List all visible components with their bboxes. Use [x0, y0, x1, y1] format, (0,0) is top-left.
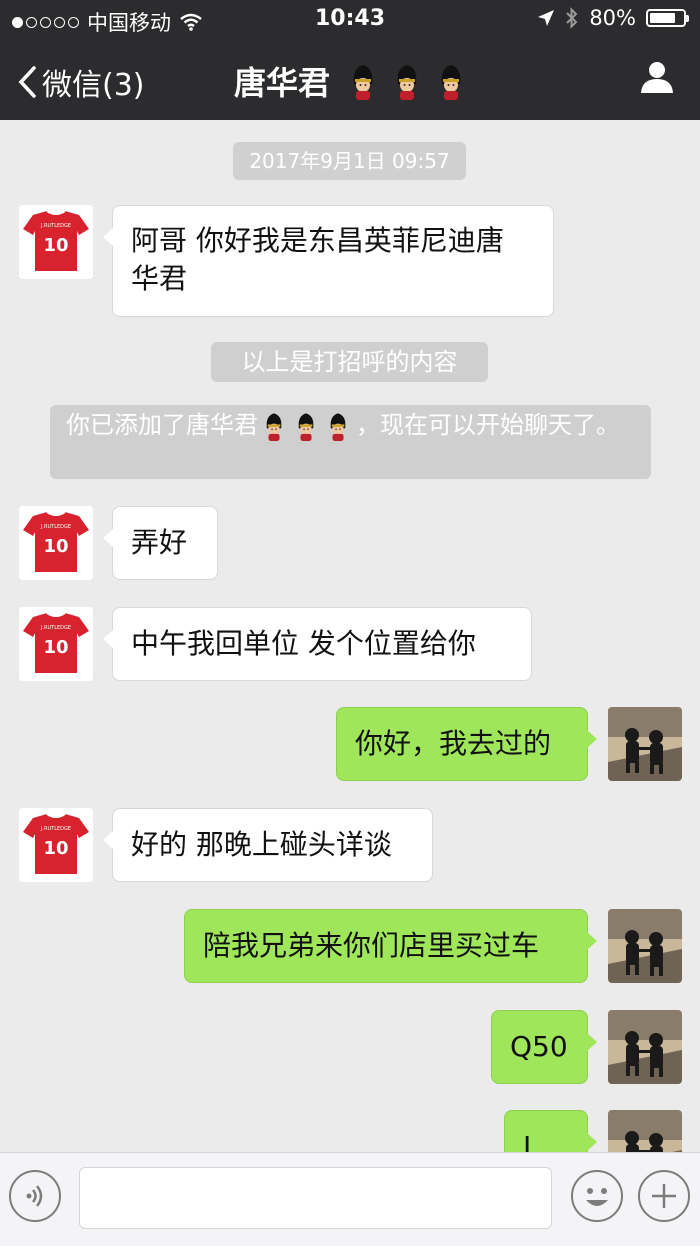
smiley-icon — [586, 1188, 608, 1206]
more-options-button[interactable] — [638, 1170, 690, 1222]
my-avatar[interactable] — [608, 707, 682, 781]
message-timestamp: 2017年9月1日 09:57 — [233, 142, 466, 180]
battery-fill — [650, 13, 675, 23]
message-input[interactable] — [79, 1167, 552, 1229]
input-bar — [0, 1152, 700, 1246]
contact-avatar[interactable] — [19, 205, 93, 279]
location-arrow-icon — [538, 10, 555, 26]
chat-area[interactable]: 2017年9月1日 09:57 阿哥 你好我是东昌英菲尼迪唐 华君 以上是打招呼… — [0, 120, 700, 1152]
voice-icon — [26, 1185, 43, 1207]
message-text: 华君 — [131, 262, 188, 295]
system-notice: 你已添加了唐华君 ，现在可以开始聊天了。 — [50, 405, 651, 479]
nav-bar: 微信(3) 唐华君 — [0, 38, 700, 120]
guard-emoji-icon — [294, 411, 318, 441]
contact-avatar[interactable] — [19, 506, 93, 580]
my-avatar[interactable] — [608, 1110, 682, 1152]
message-text: 阿哥 你好我是东昌英菲尼迪唐 — [131, 224, 504, 257]
guard-emoji-icon — [436, 62, 466, 100]
message-bubble-incoming[interactable]: 中午我回单位 发个位置给你 — [103, 607, 532, 681]
status-bar: 中国移动 10:43 80% — [0, 0, 700, 38]
system-notice-prefix: 你已添加了唐华君 — [66, 411, 258, 439]
status-bar-right: 80% — [537, 6, 689, 30]
plus-icon — [652, 1184, 676, 1208]
guard-emoji-icon — [392, 62, 422, 100]
battery-icon — [646, 9, 689, 27]
guard-emoji-icon — [262, 411, 286, 441]
contact-avatar[interactable] — [19, 808, 93, 882]
contact-avatar[interactable] — [19, 607, 93, 681]
my-avatar[interactable] — [608, 909, 682, 983]
battery-percent: 80% — [589, 6, 636, 30]
system-notice-suffix: ，现在可以开始聊天了。 — [356, 411, 620, 439]
voice-input-button[interactable] — [9, 1170, 61, 1222]
message-bubble-incoming[interactable]: 弄好 — [103, 506, 218, 580]
message-bubble-outgoing[interactable]: 你好，我去过的 — [336, 707, 597, 781]
system-notice: 以上是打招呼的内容 — [211, 342, 488, 382]
message-bubble-incoming[interactable]: 好的 那晚上碰头详谈 — [103, 808, 433, 882]
contact-profile-button[interactable] — [640, 60, 674, 98]
message-bubble-outgoing[interactable]: L — [504, 1110, 597, 1152]
message-bubble-outgoing[interactable]: Q50 — [491, 1010, 597, 1084]
contact-name: 唐华君 — [233, 64, 330, 102]
person-icon — [641, 62, 673, 93]
chat-title: 唐华君 — [0, 58, 700, 104]
emoji-button[interactable] — [571, 1170, 623, 1222]
message-bubble-incoming[interactable]: 阿哥 你好我是东昌英菲尼迪唐 华君 — [103, 205, 554, 317]
my-avatar[interactable] — [608, 1010, 682, 1084]
message-bubble-outgoing[interactable]: 陪我兄弟来你们店里买过车 — [184, 909, 597, 983]
bluetooth-icon — [566, 7, 578, 29]
guard-emoji-icon — [348, 62, 378, 100]
guard-emoji-icon — [326, 411, 350, 441]
